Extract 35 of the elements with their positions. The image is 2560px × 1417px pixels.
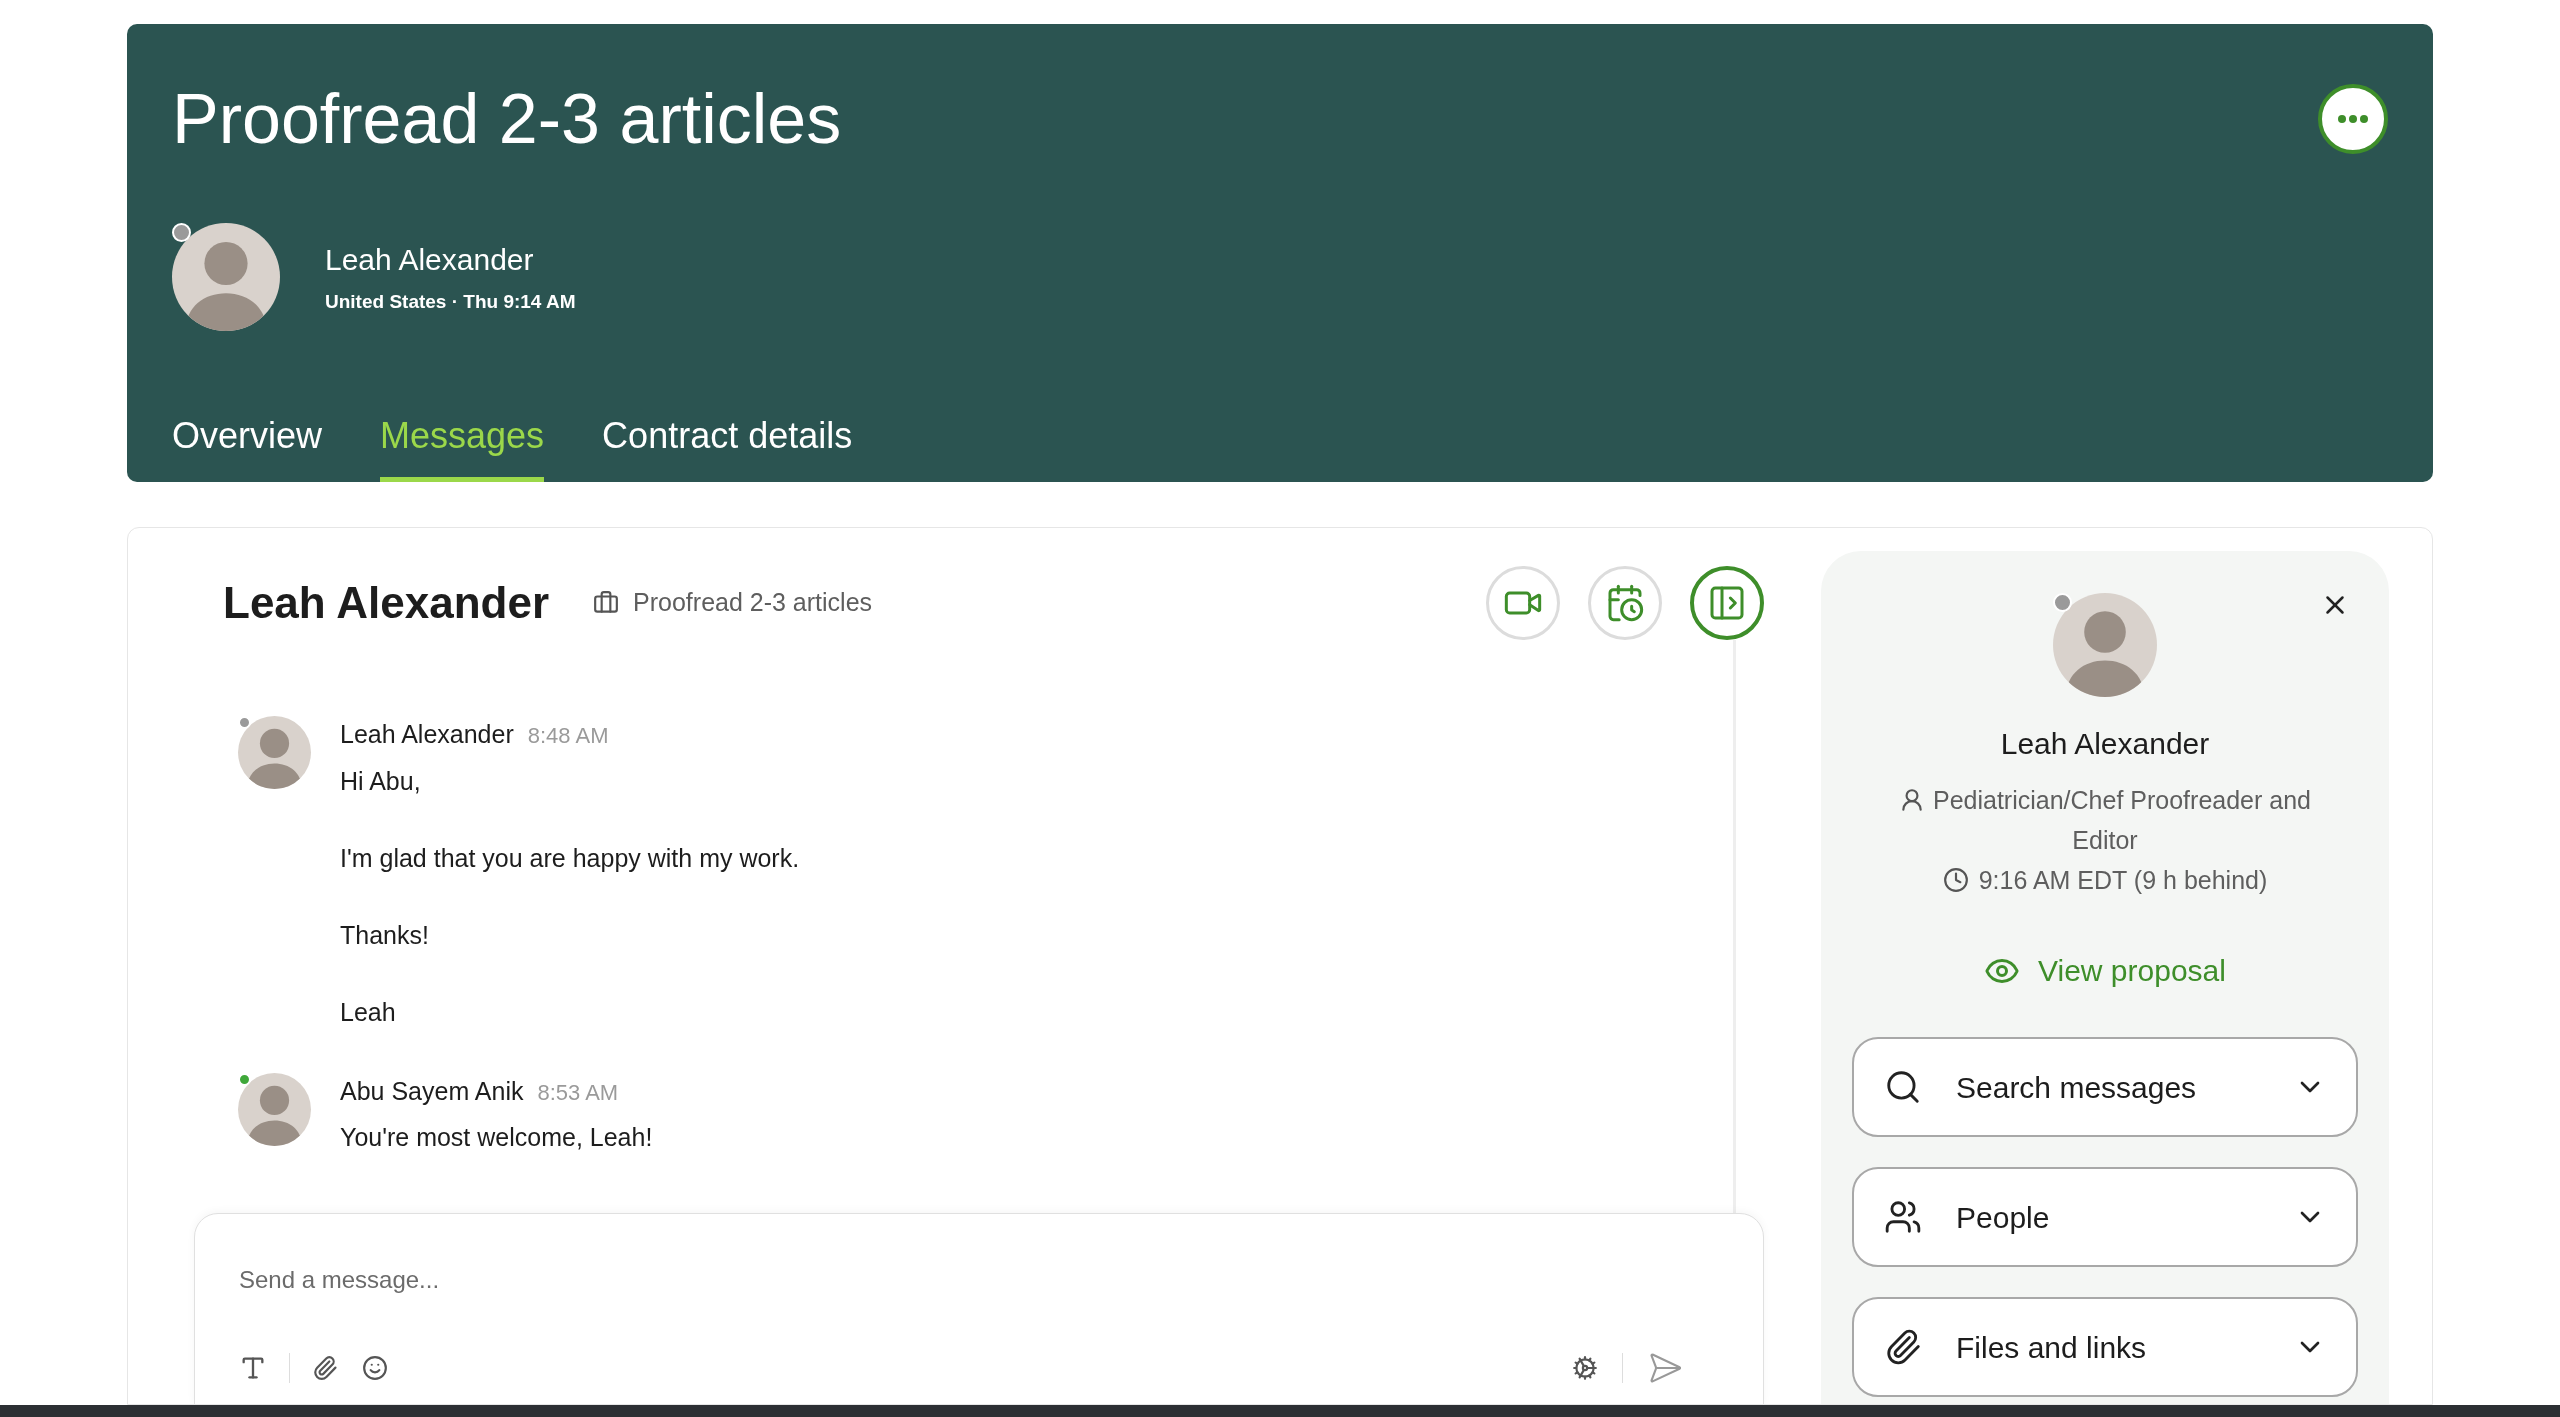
message-text: You're most welcome, Leah! [340, 1122, 653, 1152]
contact-name: Leah Alexander [325, 242, 535, 279]
tab[interactable]: Contract details [602, 409, 853, 482]
contact-details: United States · Thu 9:14 AM [325, 290, 576, 315]
tab[interactable]: Overview [172, 409, 323, 482]
message-time: 8:48 AM [527, 722, 609, 750]
briefcase-icon [593, 590, 620, 616]
page-title: Proofread 2-3 articles [172, 79, 842, 160]
clock-icon [1942, 867, 1969, 893]
accordion-button[interactable]: People [1852, 1167, 2358, 1267]
smiley-icon[interactable] [362, 1355, 388, 1381]
message-text: Leah [340, 996, 397, 1027]
people-icon [1884, 1198, 1922, 1236]
message-text: Thanks! [340, 919, 430, 950]
more-icon [2338, 115, 2368, 123]
tab[interactable]: Messages [380, 409, 545, 482]
person-icon [1899, 787, 1925, 813]
profile-role: Pediatrician/Chef Proofreader and Editor [1933, 786, 2311, 854]
gear-icon[interactable] [1572, 1355, 1598, 1381]
local-time: 9:16 AM EDT (9 h behind) [1978, 865, 2268, 896]
contract-name: Proofread 2-3 articles [633, 587, 873, 619]
accordion-button[interactable]: Files and links [1852, 1297, 2358, 1397]
message-time: 8:53 AM [537, 1078, 619, 1107]
search-icon [1884, 1068, 1922, 1106]
sender-name: Leah Alexander [340, 719, 514, 750]
profile-name: Leah Alexander [2000, 726, 2210, 762]
message-text: I'm glad that you are happy with my work. [340, 842, 800, 873]
view-proposal-link[interactable]: View proposal [1984, 948, 2226, 993]
sender-name: Abu Sayem Anik [340, 1075, 524, 1107]
paperclip-icon [1884, 1328, 1922, 1366]
message-input[interactable]: Send a message... [239, 1262, 1719, 1298]
accordion-button[interactable]: Search messages [1852, 1037, 2358, 1137]
chat-title: Leah Alexander [223, 577, 550, 629]
paperclip-icon[interactable] [312, 1355, 338, 1381]
message-text: Hi Abu, [340, 765, 422, 796]
